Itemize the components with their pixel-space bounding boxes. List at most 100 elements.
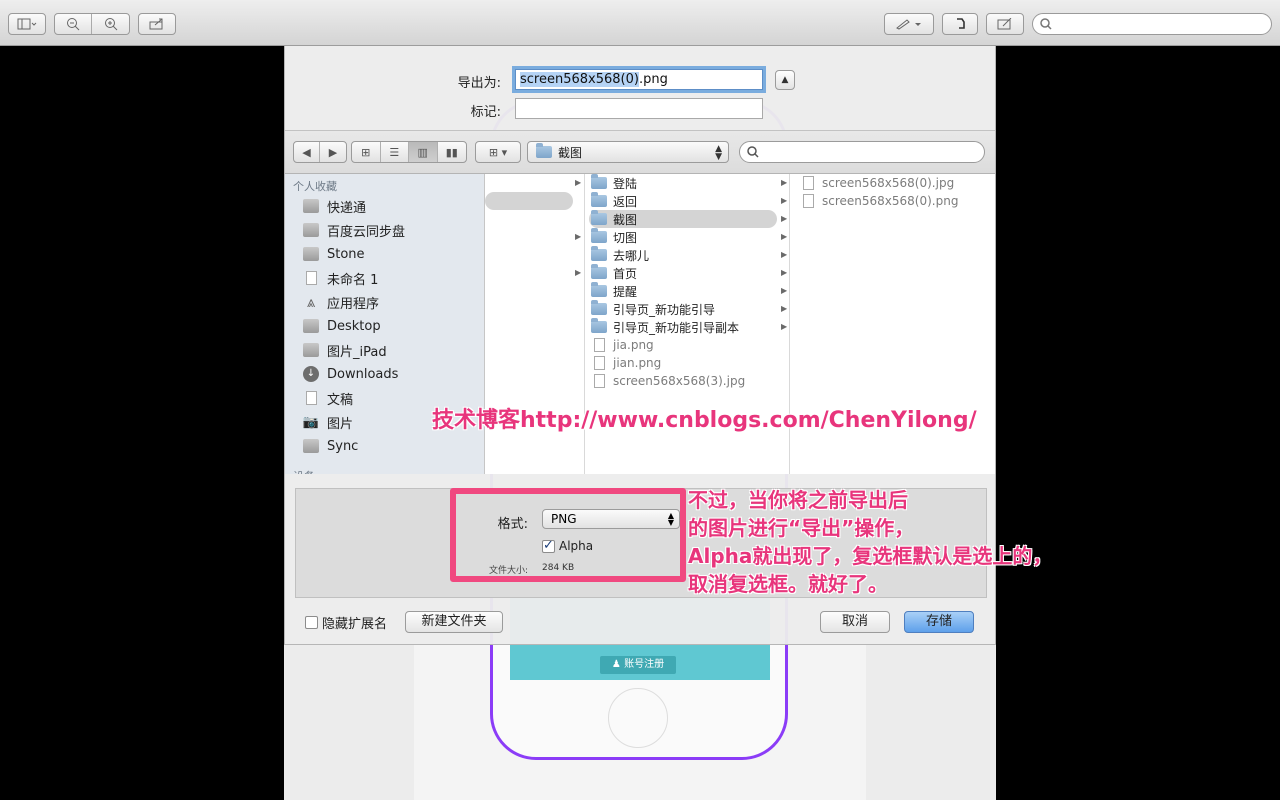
rotate-icon <box>957 18 965 29</box>
sidebar-item-desktop[interactable]: Desktop <box>301 316 381 336</box>
search-icon <box>1040 18 1052 30</box>
list-icon: ☰ <box>389 145 400 159</box>
disclosure-arrow-icon: ▶ <box>575 178 582 187</box>
zoom-out-button[interactable] <box>55 14 93 34</box>
documents-icon <box>305 391 317 405</box>
list-item-selected[interactable]: 截图 <box>589 210 777 228</box>
list-item-label: 去哪儿 <box>613 248 650 263</box>
disclosure-arrow-icon: ▶ <box>781 214 788 223</box>
folder-icon <box>591 264 607 279</box>
list-item[interactable]: screen568x568(0).jpg <box>798 174 988 192</box>
dialog-search-field[interactable] <box>739 141 985 163</box>
view-mode-group: ⊞ ☰ ▥ ▮▮ <box>351 141 467 163</box>
folder-icon <box>303 439 319 453</box>
sidebar-item-untitled[interactable]: 未命名 1 <box>301 268 378 288</box>
arrange-button[interactable]: ⊞ ▾ <box>475 141 521 163</box>
list-item[interactable]: 首页 <box>589 264 785 282</box>
sidebar-item-label: 图片_iPad <box>327 344 387 360</box>
sidebar-item-downloads[interactable]: ↓ Downloads <box>301 364 398 384</box>
toolbar-search-field[interactable] <box>1032 13 1272 35</box>
list-item[interactable]: 引导页_新功能引导副本 <box>589 318 785 336</box>
list-item[interactable]: jian.png <box>589 354 785 372</box>
disclosure-arrow-icon: ▶ <box>781 268 788 277</box>
column-view-button[interactable]: ▥ <box>409 142 438 162</box>
icon-view-button[interactable]: ⊞ <box>352 142 381 162</box>
preview-toolbar <box>0 0 1280 46</box>
list-item-label: 引导页_新功能引导副本 <box>613 320 740 335</box>
cancel-button[interactable]: 取消 <box>820 611 890 633</box>
list-item[interactable]: 返回 <box>589 192 785 210</box>
sidebar-item-baidu[interactable]: 百度云同步盘 <box>301 220 405 240</box>
list-item[interactable]: screen568x568(3).jpg <box>589 372 785 390</box>
zoom-in-button[interactable] <box>92 14 129 34</box>
save-as-field[interactable]: screen568x568(0).png <box>515 69 763 90</box>
list-item-label: 返回 <box>613 194 638 209</box>
rotate-button[interactable] <box>942 13 978 35</box>
sidebar-item-label: 应用程序 <box>327 296 380 312</box>
list-item-label: 提醒 <box>613 284 638 299</box>
new-folder-button[interactable]: 新建文件夹 <box>405 611 503 633</box>
coverflow-icon: ▮▮ <box>445 145 458 159</box>
triangle-up-icon: ▲ <box>781 75 789 85</box>
list-item[interactable]: 提醒 <box>589 282 785 300</box>
list-item[interactable]: 登陆 <box>589 174 785 192</box>
disclosure-arrow-icon: ▶ <box>781 322 788 331</box>
list-item[interactable]: jia.png <box>589 336 785 354</box>
highlight-box <box>450 488 686 582</box>
save-button[interactable]: 存储 <box>904 611 974 633</box>
folder-icon <box>303 343 319 357</box>
list-item[interactable]: screen568x568(0).png <box>798 192 988 210</box>
markup-button[interactable] <box>884 13 934 35</box>
sidebar-toggle-button[interactable] <box>8 13 46 35</box>
path-popup[interactable]: 截图 ▲ ▼ <box>527 141 729 163</box>
file-icon <box>593 338 605 352</box>
annotate-button[interactable] <box>986 13 1024 35</box>
back-button[interactable]: ◀ <box>294 142 321 162</box>
favorites-header: 个人收藏 <box>293 180 337 193</box>
hide-extension-checkbox[interactable]: 隐藏扩展名 <box>305 613 387 632</box>
arrange-segment: ⊞ ▾ <box>476 142 520 162</box>
sidebar-item-sync[interactable]: Sync <box>301 436 358 456</box>
column-1-selected-row[interactable] <box>485 192 573 210</box>
list-item-label: 登陆 <box>613 176 638 191</box>
list-view-button[interactable]: ☰ <box>381 142 409 162</box>
folder-icon <box>303 199 319 213</box>
disclosure-arrow-icon: ▶ <box>781 286 788 295</box>
expand-dialog-button[interactable]: ▲ <box>775 70 795 90</box>
applications-icon: ⩓ <box>306 293 316 311</box>
share-button[interactable] <box>138 13 176 35</box>
desktop-icon <box>303 319 319 333</box>
sidebar-item-documents[interactable]: 文稿 <box>301 388 353 408</box>
sidebar-item-applications[interactable]: ⩓ 应用程序 <box>301 292 379 312</box>
folder-icon <box>591 192 607 207</box>
list-item[interactable]: 引导页_新功能引导 <box>589 300 785 318</box>
sidebar-item-label: Stone <box>327 246 365 262</box>
sidebar-item-label: 未命名 1 <box>327 272 379 288</box>
sidebar-item-ipad-pictures[interactable]: 图片_iPad <box>301 340 387 360</box>
forward-button[interactable]: ▶ <box>320 142 346 162</box>
list-item[interactable]: 去哪儿 <box>589 246 785 264</box>
list-item-label: 截图 <box>613 212 638 227</box>
list-item[interactable]: 切图 <box>589 228 785 246</box>
zoom-in-icon <box>104 18 117 31</box>
disclosure-arrow-icon: ▶ <box>781 304 788 313</box>
list-item-label: 引导页_新功能引导 <box>613 302 716 317</box>
sidebar-item-stone[interactable]: Stone <box>301 244 365 264</box>
folder-icon <box>591 318 607 333</box>
checkbox-unchecked-icon <box>305 616 318 629</box>
pen-icon <box>896 19 921 30</box>
sidebar-item-kuaidi[interactable]: 快递通 <box>301 196 366 216</box>
annotation-line: Alpha就出现了，复选框默认是选上的， <box>688 544 1053 568</box>
sidebar-item-label: 图片 <box>327 416 354 432</box>
disclosure-arrow-icon: ▶ <box>575 232 582 241</box>
folder-icon <box>303 223 319 237</box>
coverflow-view-button[interactable]: ▮▮ <box>438 142 466 162</box>
share-icon <box>149 18 163 30</box>
sidebar-item-label: 百度云同步盘 <box>327 224 406 240</box>
phone-home-button <box>608 688 668 748</box>
file-icon <box>802 194 814 208</box>
sidebar-icon <box>17 18 37 30</box>
sidebar-item-pictures[interactable]: 📷 图片 <box>301 412 353 432</box>
list-item-label: screen568x568(0).jpg <box>822 176 955 190</box>
tags-field[interactable] <box>515 98 763 119</box>
